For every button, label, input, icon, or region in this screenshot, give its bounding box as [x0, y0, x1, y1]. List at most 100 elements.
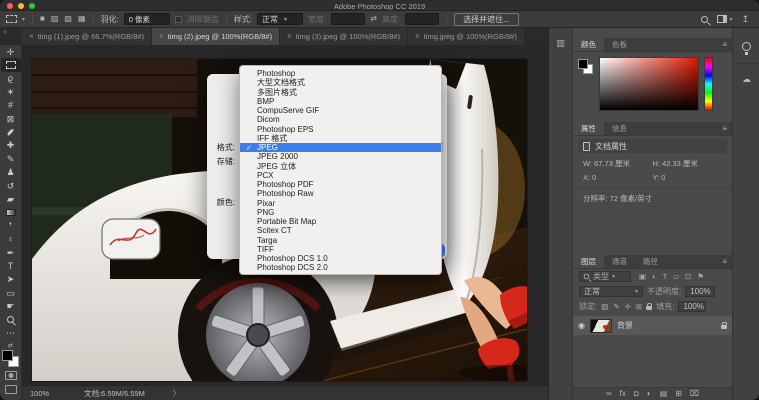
format-option[interactable]: Dicom	[240, 115, 441, 124]
format-option[interactable]: ✓JPEG	[240, 143, 441, 152]
panel-menu-icon[interactable]: ≡	[717, 255, 732, 268]
properties-tab-属性[interactable]: 属性	[573, 122, 604, 135]
filter-pixel-layers-icon[interactable]: ▣	[639, 273, 646, 281]
canvas-area[interactable]: 格式: 存储: 颜色: ▲▼ Photoshop大型文档格式多图片格式BMPCo…	[22, 45, 548, 385]
layer-filter-select[interactable]: 类型 ▾	[579, 271, 631, 282]
delete-layer-icon[interactable]: ⌧	[690, 390, 699, 398]
crop-tool[interactable]: #	[1, 99, 21, 112]
format-option[interactable]: IFF 格式	[240, 134, 441, 143]
color-tab-色板[interactable]: 色板	[604, 38, 635, 51]
document-tab-3[interactable]: ×timg (3).jpeg @ 100%(RGB/8#)	[280, 28, 408, 45]
eyedropper-tool[interactable]	[1, 125, 21, 138]
layers-tab-图层[interactable]: 图层	[573, 255, 604, 268]
lock-all-icon[interactable]	[646, 306, 652, 311]
group-layers-icon[interactable]: ▤	[660, 390, 668, 398]
panel-menu-icon[interactable]: ≡	[717, 38, 732, 51]
lock-paint-icon[interactable]: ✎	[613, 303, 619, 311]
layer-effects-icon[interactable]: fx	[620, 390, 626, 398]
format-option[interactable]: Photoshop Raw	[240, 189, 441, 198]
workspace-switcher[interactable]: ▾	[717, 15, 732, 23]
adjustment-layer-icon[interactable]: ◐	[647, 390, 652, 398]
format-option[interactable]: 多图片格式	[240, 88, 441, 97]
format-option[interactable]: Photoshop PDF	[240, 180, 441, 189]
screen-mode-button[interactable]	[5, 385, 17, 394]
frame-tool[interactable]: ⊠	[1, 112, 21, 125]
feather-input[interactable]: 0 像素	[124, 13, 170, 25]
format-option[interactable]: JPEG 立体	[240, 162, 441, 171]
filter-smart-objects-icon[interactable]: ⊡	[685, 273, 691, 281]
lock-artboard-icon[interactable]: ⊞	[636, 303, 642, 311]
foreground-color-swatch[interactable]	[2, 350, 13, 361]
format-option[interactable]: PCX	[240, 171, 441, 180]
blend-mode-select[interactable]: 正常 ▾	[579, 286, 643, 297]
quick-selection-tool[interactable]: ✶	[1, 85, 21, 98]
status-options-chevron[interactable]: 〉	[173, 388, 181, 399]
close-tab-icon[interactable]: ×	[159, 32, 164, 41]
format-option[interactable]: Photoshop DCS 2.0	[240, 263, 441, 272]
filter-shape-layers-icon[interactable]: ▱	[673, 273, 679, 281]
learn-bulb-icon[interactable]	[742, 42, 751, 51]
format-option[interactable]: Targa	[240, 236, 441, 245]
rectangular-marquee-tool[interactable]	[1, 58, 21, 71]
new-layer-icon[interactable]: ⊞	[675, 390, 682, 398]
link-layers-icon[interactable]: ∞	[606, 390, 612, 398]
clone-stamp-tool[interactable]: ♟	[1, 166, 21, 179]
saturation-box[interactable]	[599, 57, 699, 111]
swap-colors-icon[interactable]: ⇄	[8, 342, 13, 349]
selection-add-icon[interactable]: ▨	[51, 15, 59, 23]
swap-dimensions-icon[interactable]: ⇄	[370, 15, 377, 23]
layers-tab-通道[interactable]: 通道	[604, 255, 635, 268]
fill-select[interactable]: 100%	[678, 301, 706, 312]
format-option[interactable]: CompuServe GIF	[240, 106, 441, 115]
layers-tab-路径[interactable]: 路径	[635, 255, 666, 268]
format-option[interactable]: BMP	[240, 97, 441, 106]
lock-transparent-icon[interactable]: ▨	[601, 303, 608, 311]
filter-type-layers-icon[interactable]: T	[663, 273, 668, 281]
format-option[interactable]: Portable Bit Map	[240, 217, 441, 226]
quick-mask-button[interactable]	[5, 371, 17, 380]
add-mask-icon[interactable]: ◘	[634, 390, 639, 398]
layer-thumbnail[interactable]	[590, 319, 612, 333]
panel-menu-icon[interactable]: ≡	[717, 122, 732, 135]
path-selection-tool[interactable]: ➤	[1, 273, 21, 286]
color-tab-颜色[interactable]: 颜色	[573, 38, 604, 51]
spot-healing-brush-tool[interactable]: ✚	[1, 139, 21, 152]
opacity-select[interactable]: 100%	[685, 286, 715, 297]
select-and-mask-button[interactable]: 选择并遮住...	[454, 13, 519, 26]
close-tab-icon[interactable]: ×	[287, 32, 292, 41]
document-tab-4[interactable]: ×timg.jpeg @ 100%(RGB/8#)	[408, 28, 525, 45]
format-option[interactable]: Scitex CT	[240, 226, 441, 235]
close-tab-icon[interactable]: ×	[415, 32, 420, 41]
chevron-down-icon[interactable]: ▾	[22, 16, 25, 23]
selection-subtract-icon[interactable]: ▧	[64, 15, 72, 23]
libraries-cloud-icon[interactable]: ☁	[733, 74, 759, 85]
layer-visibility-icon[interactable]: ◉	[578, 321, 585, 330]
close-tab-icon[interactable]: ×	[29, 32, 34, 41]
hand-tool[interactable]: ☛	[1, 299, 21, 312]
width-input[interactable]	[331, 13, 365, 25]
history-brush-tool[interactable]: ↺	[1, 179, 21, 192]
edit-toolbar-button[interactable]: ⋯	[1, 326, 21, 339]
move-tool[interactable]: ✛	[1, 45, 21, 58]
filter-adjustment-layers-icon[interactable]: ◐	[652, 273, 657, 281]
foreground-color-swatch[interactable]	[578, 59, 588, 69]
tool-preset-marquee-icon[interactable]	[6, 15, 17, 23]
zoom-tool[interactable]	[1, 313, 21, 326]
brush-tool[interactable]: ✎	[1, 152, 21, 165]
style-select[interactable]: 正常 ▾	[257, 13, 303, 25]
format-option[interactable]: TIFF	[240, 245, 441, 254]
format-option[interactable]: Photoshop DCS 1.0	[240, 254, 441, 263]
history-panel-icon[interactable]: ▥	[555, 38, 567, 49]
zoom-level[interactable]: 100%	[30, 389, 70, 398]
antialias-checkbox[interactable]	[175, 16, 182, 23]
rectangle-tool[interactable]: ▭	[1, 286, 21, 299]
properties-tab-信息[interactable]: 信息	[604, 122, 635, 135]
search-icon[interactable]	[701, 16, 708, 23]
type-tool[interactable]: T	[1, 259, 21, 272]
selection-new-icon[interactable]: ■	[40, 15, 45, 23]
share-icon[interactable]: ↥	[741, 15, 749, 24]
filter-pin-icon[interactable]: ⚑	[697, 273, 704, 281]
lasso-tool[interactable]: ϱ	[1, 72, 21, 85]
selection-intersect-icon[interactable]: ▦	[78, 15, 86, 23]
lock-move-icon[interactable]: ✛	[625, 303, 631, 311]
